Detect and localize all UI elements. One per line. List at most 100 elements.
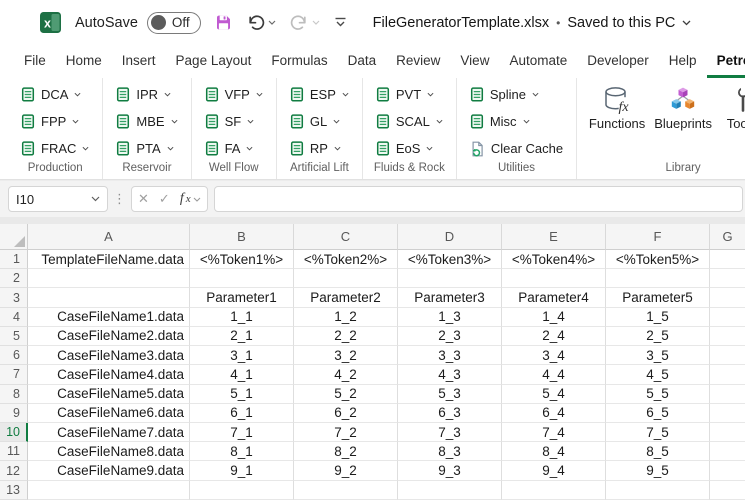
cancel-icon[interactable]: ✕ — [138, 191, 149, 207]
row-header-4[interactable]: 4 — [0, 307, 28, 327]
tab-automate[interactable]: Automate — [499, 45, 577, 78]
gl-button[interactable]: GL — [286, 108, 353, 135]
cell-A11[interactable]: CaseFileName8.data — [28, 442, 190, 462]
cell-D9[interactable]: 6_3 — [398, 403, 502, 423]
column-header-e[interactable]: E — [502, 224, 606, 250]
eos-button[interactable]: EoS — [372, 135, 447, 162]
cell-C9[interactable]: 6_2 — [294, 403, 398, 423]
cell-E12[interactable]: 9_4 — [502, 461, 606, 481]
row-header-8[interactable]: 8 — [0, 384, 28, 404]
cell-G7[interactable] — [710, 365, 745, 385]
formula-input[interactable] — [213, 186, 743, 212]
toolbox-button[interactable]: Toolbox — [718, 81, 745, 150]
spline-button[interactable]: Spline — [466, 81, 567, 108]
cell-F2[interactable] — [606, 269, 710, 289]
cell-D7[interactable]: 4_3 — [398, 365, 502, 385]
cell-A12[interactable]: CaseFileName9.data — [28, 461, 190, 481]
cell-B12[interactable]: 9_1 — [190, 461, 294, 481]
clear-cache-button[interactable]: Clear Cache — [466, 135, 567, 162]
pta-button[interactable]: PTA — [112, 135, 181, 162]
cell-G11[interactable] — [710, 442, 745, 462]
cell-E4[interactable]: 1_4 — [502, 307, 606, 327]
misc-button[interactable]: Misc — [466, 108, 567, 135]
cell-C7[interactable]: 4_2 — [294, 365, 398, 385]
cell-E8[interactable]: 5_4 — [502, 384, 606, 404]
cell-F3[interactable]: Parameter5 — [606, 288, 710, 308]
cell-F9[interactable]: 6_5 — [606, 403, 710, 423]
enter-icon[interactable]: ✓ — [159, 191, 170, 207]
cell-A10[interactable]: CaseFileName7.data — [28, 422, 190, 443]
tab-formulas[interactable]: Formulas — [261, 45, 337, 78]
mbe-button[interactable]: MBE — [112, 108, 181, 135]
cell-G12[interactable] — [710, 461, 745, 481]
cell-G2[interactable] — [710, 269, 745, 289]
cell-D1[interactable]: <%Token3%> — [398, 250, 502, 270]
cell-C8[interactable]: 5_2 — [294, 384, 398, 404]
cell-E1[interactable]: <%Token4%> — [502, 250, 606, 270]
cell-B8[interactable]: 5_1 — [190, 384, 294, 404]
blueprints-button[interactable]: Blueprints — [652, 81, 714, 131]
cell-F6[interactable]: 3_5 — [606, 346, 710, 366]
cell-E7[interactable]: 4_4 — [502, 365, 606, 385]
cell-B4[interactable]: 1_1 — [190, 307, 294, 327]
column-header-f[interactable]: F — [606, 224, 710, 250]
cell-G6[interactable] — [710, 346, 745, 366]
cell-G13[interactable] — [710, 481, 745, 500]
cell-A8[interactable]: CaseFileName5.data — [28, 384, 190, 404]
cell-A9[interactable]: CaseFileName6.data — [28, 403, 190, 423]
tab-view[interactable]: View — [450, 45, 499, 78]
cell-B3[interactable]: Parameter1 — [190, 288, 294, 308]
functions-button[interactable]: fx Functions — [586, 81, 648, 131]
row-header-9[interactable]: 9 — [0, 403, 28, 423]
cell-E11[interactable]: 8_4 — [502, 442, 606, 462]
cell-C3[interactable]: Parameter2 — [294, 288, 398, 308]
pvt-button[interactable]: PVT — [372, 81, 447, 108]
tab-home[interactable]: Home — [56, 45, 112, 78]
cell-B5[interactable]: 2_1 — [190, 326, 294, 347]
insert-function-button[interactable]: fx — [180, 191, 201, 207]
rp-button[interactable]: RP — [286, 135, 353, 162]
cell-A7[interactable]: CaseFileName4.data — [28, 365, 190, 385]
row-header-1[interactable]: 1 — [0, 250, 28, 270]
cell-B10[interactable]: 7_1 — [190, 422, 294, 443]
cell-D3[interactable]: Parameter3 — [398, 288, 502, 308]
cell-F4[interactable]: 1_5 — [606, 307, 710, 327]
cell-G3[interactable] — [710, 288, 745, 308]
ipr-button[interactable]: IPR — [112, 81, 181, 108]
cell-A5[interactable]: CaseFileName2.data — [28, 326, 190, 347]
tab-petrol[interactable]: Petrol — [706, 45, 745, 78]
save-button[interactable] — [215, 14, 232, 31]
fpp-button[interactable]: FPP — [17, 108, 93, 135]
sf-button[interactable]: SF — [201, 108, 267, 135]
cell-C11[interactable]: 8_2 — [294, 442, 398, 462]
cell-F1[interactable]: <%Token5%> — [606, 250, 710, 270]
cell-F13[interactable] — [606, 480, 710, 500]
row-header-5[interactable]: 5 — [0, 326, 28, 347]
tab-help[interactable]: Help — [659, 45, 707, 78]
cell-E5[interactable]: 2_4 — [502, 326, 606, 347]
row-header-2[interactable]: 2 — [0, 269, 28, 289]
cell-B11[interactable]: 8_1 — [190, 442, 294, 462]
column-header-c[interactable]: C — [294, 224, 398, 250]
column-header-g[interactable]: G — [710, 224, 745, 250]
cell-D10[interactable]: 7_3 — [398, 422, 502, 443]
row-header-13[interactable]: 13 — [0, 480, 28, 500]
undo-button[interactable] — [246, 14, 276, 31]
cell-E3[interactable]: Parameter4 — [502, 288, 606, 308]
row-header-10[interactable]: 10 — [0, 422, 28, 443]
vfp-button[interactable]: VFP — [201, 81, 267, 108]
cell-C4[interactable]: 1_2 — [294, 307, 398, 327]
cell-G1[interactable] — [710, 250, 745, 270]
tab-insert[interactable]: Insert — [112, 45, 166, 78]
column-header-a[interactable]: A — [28, 224, 190, 250]
cell-E6[interactable]: 3_4 — [502, 346, 606, 366]
column-header-b[interactable]: B — [190, 224, 294, 250]
cell-G4[interactable] — [710, 308, 745, 327]
fa-button[interactable]: FA — [201, 135, 267, 162]
cell-F10[interactable]: 7_5 — [606, 422, 710, 443]
cell-A3[interactable] — [28, 288, 190, 308]
cell-C1[interactable]: <%Token2%> — [294, 250, 398, 270]
cell-D13[interactable] — [398, 480, 502, 500]
cell-F12[interactable]: 9_5 — [606, 461, 710, 481]
tab-review[interactable]: Review — [386, 45, 450, 78]
